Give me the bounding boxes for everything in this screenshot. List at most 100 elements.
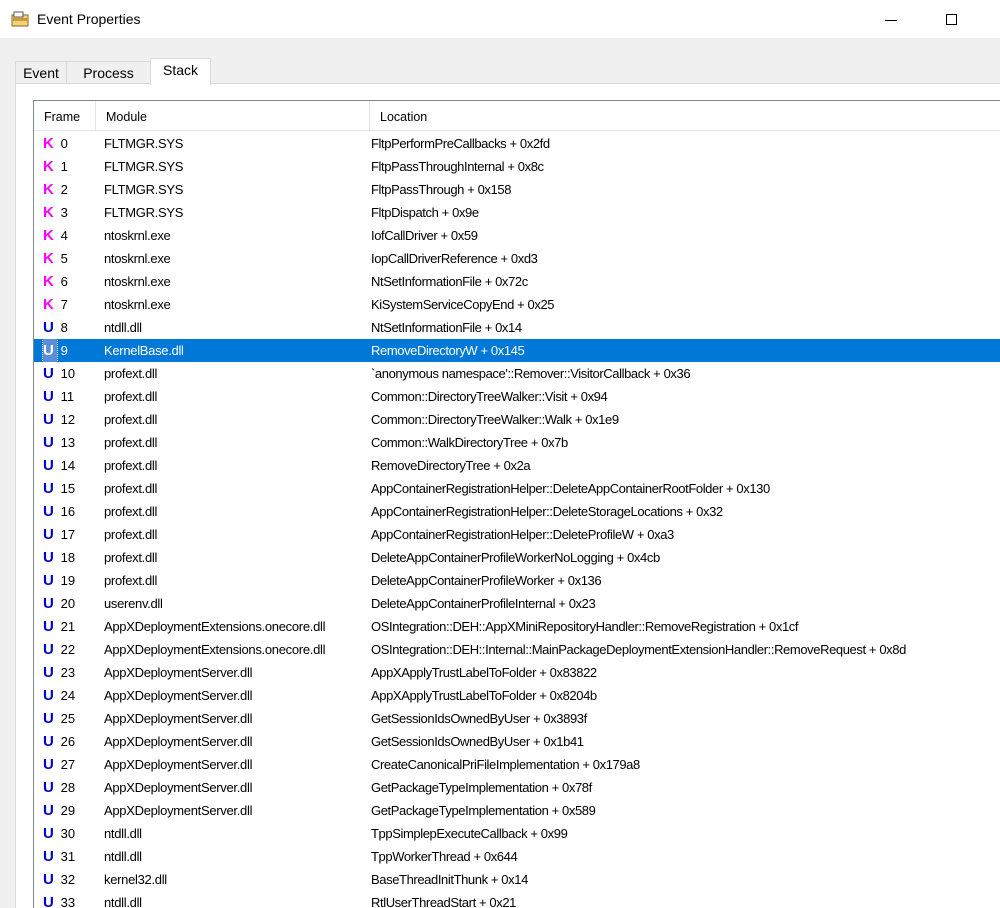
module-cell: profext.dll — [104, 458, 158, 473]
column-header-module[interactable]: Module — [96, 101, 370, 131]
module-cell: kernel32.dll — [104, 872, 167, 887]
location-cell: DeleteAppContainerProfileInternal + 0x23 — [371, 596, 596, 611]
frame-cell: K 7 — [43, 293, 96, 316]
frame-number: 6 — [60, 274, 68, 289]
stack-frame-row[interactable]: U 14 profext.dll RemoveDirectoryTree + 0x2… — [34, 454, 1000, 477]
stack-frame-row[interactable]: U 24 AppXDeploymentServer.dll AppXApplyTru… — [34, 684, 1000, 707]
kernel-mode-icon: K — [43, 296, 54, 313]
stack-frame-row[interactable]: K 7 ntoskrnl.exe KiSystemServiceCopyEnd + … — [34, 293, 1000, 316]
stack-list[interactable]: Frame Module Location K 0 FLTMGR.SYS FltpP… — [33, 100, 1000, 908]
stack-frame-row[interactable]: U 25 AppXDeploymentServer.dll GetSessionId… — [34, 707, 1000, 730]
user-mode-icon: U — [43, 319, 54, 336]
user-mode-icon: U — [43, 894, 54, 908]
frame-cell: U 8 — [43, 316, 96, 339]
frame-number: 11 — [60, 389, 75, 404]
frame-number: 21 — [60, 619, 76, 634]
stack-frame-row[interactable]: U 27 AppXDeploymentServer.dll CreateCanoni… — [34, 753, 1000, 776]
stack-frame-row[interactable]: K 4 ntoskrnl.exe IofCallDriver + 0x59 — [34, 224, 1000, 247]
stack-frame-row[interactable]: U 10 profext.dll `anonymous namespace'::Re… — [34, 362, 1000, 385]
frame-cell: U 30 — [43, 822, 96, 845]
minimize-button[interactable] — [868, 0, 914, 38]
frame-cell: K 1 — [43, 155, 96, 178]
stack-frame-row[interactable]: U 17 profext.dll AppContainerRegistrationH… — [34, 523, 1000, 546]
module-cell: ntdll.dll — [104, 895, 142, 908]
frame-number: 20 — [60, 596, 76, 611]
tab-process[interactable]: Process — [66, 61, 151, 84]
module-cell: ntoskrnl.exe — [104, 228, 171, 243]
module-cell: ntdll.dll — [104, 849, 142, 864]
stack-frame-row[interactable]: U 12 profext.dll Common::DirectoryTreeWalk… — [34, 408, 1000, 431]
frame-cell: K 2 — [43, 178, 96, 201]
stack-frame-row[interactable]: U 15 profext.dll AppContainerRegistrationH… — [34, 477, 1000, 500]
column-header-frame[interactable]: Frame — [34, 101, 96, 131]
user-mode-icon: U — [43, 480, 54, 497]
frame-cell: U 22 — [43, 638, 96, 661]
stack-frame-row[interactable]: U 33 ntdll.dll RtlUserThreadStart + 0x21 — [34, 891, 1000, 908]
stack-frame-row[interactable]: U 30 ntdll.dll TppSimplepExecuteCallback +… — [34, 822, 1000, 845]
stack-frame-row[interactable]: U 13 profext.dll Common::WalkDirectoryTree… — [34, 431, 1000, 454]
location-cell: GetPackageTypeImplementation + 0x78f — [371, 780, 592, 795]
stack-frame-row[interactable]: U 20 userenv.dll DeleteAppContainerProfile… — [34, 592, 1000, 615]
stack-frame-row[interactable]: U 29 AppXDeploymentServer.dll GetPackageTy… — [34, 799, 1000, 822]
frame-number: 1 — [60, 159, 68, 174]
stack-frame-row[interactable]: K 2 FLTMGR.SYS FltpPassThrough + 0x158 — [34, 178, 1000, 201]
stack-frame-row[interactable]: K 6 ntoskrnl.exe NtSetInformationFile + 0x… — [34, 270, 1000, 293]
stack-frame-row[interactable]: K 0 FLTMGR.SYS FltpPerformPreCallbacks + 0… — [34, 132, 1000, 155]
user-mode-icon: U — [43, 526, 54, 543]
frame-number: 12 — [60, 412, 76, 427]
location-cell: AppXApplyTrustLabelToFolder + 0x83822 — [371, 665, 597, 680]
location-cell: NtSetInformationFile + 0x14 — [371, 320, 522, 335]
stack-frame-row[interactable]: U 19 profext.dll DeleteAppContainerProfile… — [34, 569, 1000, 592]
location-cell: RemoveDirectoryTree + 0x2a — [371, 458, 531, 473]
frame-number: 9 — [60, 343, 68, 358]
frame-number: 30 — [60, 826, 76, 841]
stack-frame-row[interactable]: U 9 KernelBase.dll RemoveDirectoryW + 0x14… — [34, 338, 1000, 363]
column-header-location[interactable]: Location — [370, 101, 1000, 131]
frame-cell: U 11 — [43, 385, 96, 408]
stack-frame-row[interactable]: K 3 FLTMGR.SYS FltpDispatch + 0x9e — [34, 201, 1000, 224]
stack-frame-row[interactable]: U 16 profext.dll AppContainerRegistrationH… — [34, 500, 1000, 523]
user-mode-icon: U — [43, 687, 54, 704]
module-cell: profext.dll — [104, 550, 158, 565]
stack-frame-row[interactable]: K 5 ntoskrnl.exe IopCallDriverReference + … — [34, 247, 1000, 270]
stack-frame-row[interactable]: U 26 AppXDeploymentServer.dll GetSessionId… — [34, 730, 1000, 753]
stack-frame-row[interactable]: U 31 ntdll.dll TppWorkerThread + 0x644 — [34, 845, 1000, 868]
frame-number: 10 — [60, 366, 76, 381]
frame-cell: K 6 — [43, 270, 96, 293]
stack-frame-row[interactable]: U 22 AppXDeploymentExtensions.onecore.dll… — [34, 638, 1000, 661]
frame-number: 29 — [60, 803, 76, 818]
frame-cell: U 17 — [43, 523, 96, 546]
frame-number: 22 — [60, 642, 76, 657]
tab-stack[interactable]: Stack — [150, 58, 211, 85]
frame-cell: U 14 — [43, 454, 96, 477]
module-cell: AppXDeploymentServer.dll — [104, 780, 253, 795]
kernel-mode-icon: K — [43, 227, 54, 244]
frame-number: 4 — [60, 228, 68, 243]
stack-frame-row[interactable]: U 21 AppXDeploymentExtensions.onecore.dll… — [34, 615, 1000, 638]
location-cell: NtSetInformationFile + 0x72c — [371, 274, 528, 289]
location-cell: AppContainerRegistrationHelper::DeletePr… — [371, 527, 674, 542]
stack-frame-row[interactable]: K 1 FLTMGR.SYS FltpPassThroughInternal + 0… — [34, 155, 1000, 178]
maximize-button[interactable] — [928, 0, 974, 38]
tab-event[interactable]: Event — [15, 61, 67, 84]
stack-frame-row[interactable]: U 18 profext.dll DeleteAppContainerProfile… — [34, 546, 1000, 569]
user-mode-icon: U — [43, 503, 54, 520]
module-cell: AppXDeploymentServer.dll — [104, 665, 253, 680]
stack-frame-row[interactable]: U 32 kernel32.dll BaseThreadInitThunk + 0x… — [34, 868, 1000, 891]
user-mode-icon: U — [43, 756, 54, 773]
module-cell: AppXDeploymentServer.dll — [104, 734, 253, 749]
frame-cell: U 32 — [43, 868, 96, 891]
stack-frame-row[interactable]: U 28 AppXDeploymentServer.dll GetPackageTy… — [34, 776, 1000, 799]
frame-number: 13 — [60, 435, 76, 450]
window-title: Event Properties — [37, 11, 141, 27]
stack-frame-row[interactable]: U 8 ntdll.dll NtSetInformationFile + 0x14 — [34, 316, 1000, 339]
user-mode-icon: U — [43, 411, 54, 428]
module-cell: FLTMGR.SYS — [104, 159, 184, 174]
module-cell: userenv.dll — [104, 596, 163, 611]
location-cell: FltpPerformPreCallbacks + 0x2fd — [371, 136, 550, 151]
location-cell: Common::DirectoryTreeWalker::Visit + 0x9… — [371, 389, 608, 404]
location-cell: CreateCanonicalPriFileImplementation + 0… — [371, 757, 640, 772]
kernel-mode-icon: K — [43, 204, 54, 221]
stack-frame-row[interactable]: U 23 AppXDeploymentServer.dll AppXApplyTru… — [34, 661, 1000, 684]
stack-frame-row[interactable]: U 11 profext.dll Common::DirectoryTreeWalk… — [34, 385, 1000, 408]
